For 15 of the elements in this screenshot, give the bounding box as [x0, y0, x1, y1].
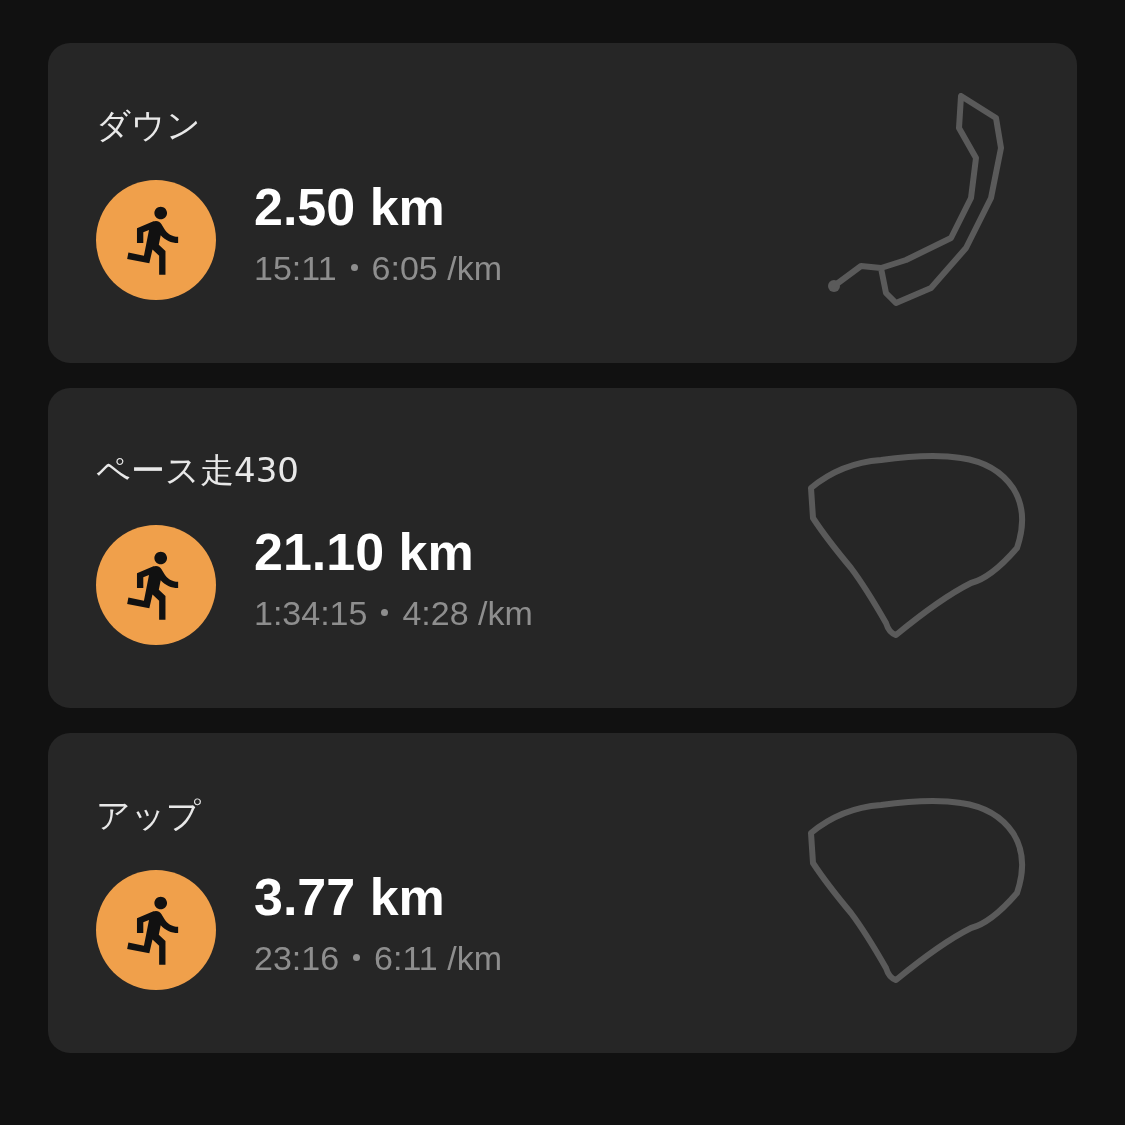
activity-title: アップ [96, 796, 202, 833]
distance-text: 21.10 km [254, 524, 475, 579]
stat-text: 15:11 [254, 249, 337, 286]
activity-card[interactable]: アップ 3.77 km 23:16 6:11 /km [48, 733, 1077, 1053]
activity-card[interactable]: ペース走430 21.10 km 1:34:15 4:28 /km [48, 388, 1077, 708]
activity-title: ダウン [96, 106, 202, 143]
stat-text: 4:28 /km [402, 594, 533, 631]
activity-card[interactable]: ダウン 2.50 km 15:11 6:05 /km [48, 43, 1077, 363]
stat-text: 6:11 /km [374, 939, 502, 976]
stat-text: 1:34:15 [254, 594, 368, 631]
stat-text: 6:05 /km [371, 249, 502, 286]
stat-text: 23:16 [254, 939, 340, 976]
distance-text: 2.50 km [254, 179, 446, 234]
distance-text: 3.77 km [254, 869, 446, 924]
activity-title: ペース走430 [96, 451, 300, 488]
